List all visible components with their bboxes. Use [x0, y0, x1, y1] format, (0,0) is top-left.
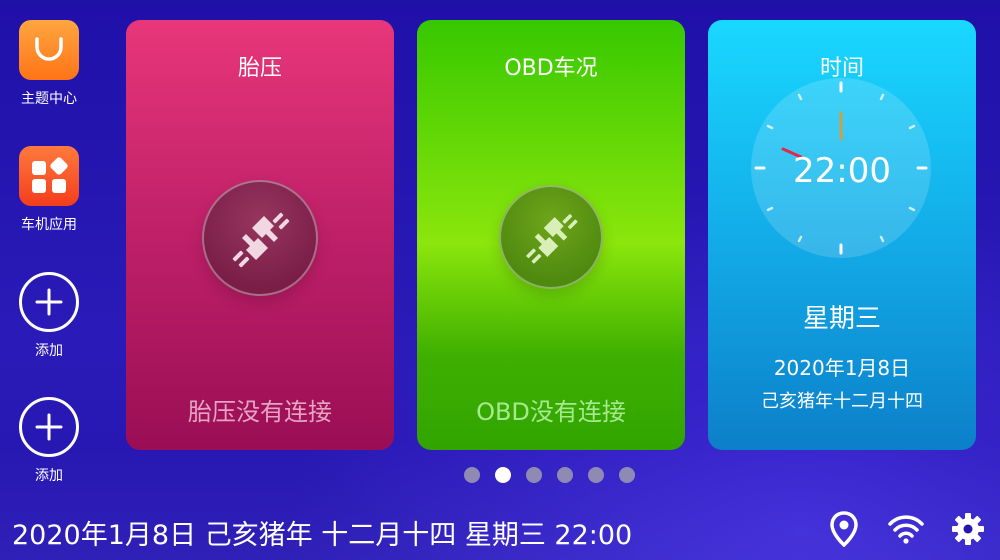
card-title: 胎压	[237, 56, 282, 81]
page-dot[interactable]	[464, 467, 480, 483]
plug-disconnected-icon	[499, 185, 603, 289]
weekday: 星期三	[802, 304, 881, 334]
sidebar-item-theme-center[interactable]: 主题中心	[14, 20, 84, 108]
location-icon[interactable]	[826, 511, 862, 547]
sidebar-item-add-2[interactable]: 添加	[14, 397, 84, 485]
sidebar-item-add-1[interactable]: 添加	[14, 272, 84, 360]
page-dot[interactable]	[526, 467, 542, 483]
add-icon	[19, 397, 79, 457]
sidebar-item-label: 添加	[35, 468, 63, 484]
sidebar: 主题中心 车机应用 添加 添加	[0, 0, 100, 500]
sidebar-item-label: 添加	[35, 343, 63, 359]
page-dot[interactable]	[557, 467, 573, 483]
sidebar-item-label: 车机应用	[21, 217, 77, 233]
tire-status-text: 胎压没有连接	[188, 398, 332, 426]
lunar-date: 己亥猪年十二月十四	[761, 391, 923, 412]
theme-center-icon	[19, 20, 79, 80]
settings-gear-icon[interactable]	[950, 511, 986, 547]
page-dot[interactable]	[619, 467, 635, 483]
date: 2020年1月8日	[773, 356, 911, 380]
page-dot-active[interactable]	[495, 467, 511, 483]
status-bar-datetime: 2020年1月8日 己亥猪年 十二月十四 星期三 22:00	[12, 520, 633, 551]
sidebar-item-label: 主题中心	[21, 91, 77, 107]
add-icon	[19, 272, 79, 332]
wifi-icon[interactable]	[888, 511, 924, 547]
clock-time: 22:00	[793, 151, 891, 191]
tire-pressure-card[interactable]: 胎压 胎压没有连接	[126, 20, 394, 450]
obd-status-text: OBD没有连接	[476, 398, 626, 426]
status-bar-icons	[826, 511, 986, 547]
sidebar-item-car-apps[interactable]: 车机应用	[14, 146, 84, 234]
time-card[interactable]: 时间 22:00 星期三 2020年1月8日 己亥猪年十二月十四	[708, 20, 976, 450]
page-dot[interactable]	[588, 467, 604, 483]
obd-card[interactable]: OBD车况 OBD没有连接	[417, 20, 685, 450]
car-apps-icon	[19, 146, 79, 206]
plug-disconnected-icon	[202, 180, 318, 296]
card-title: OBD车况	[504, 56, 598, 81]
page-indicator	[464, 467, 635, 483]
